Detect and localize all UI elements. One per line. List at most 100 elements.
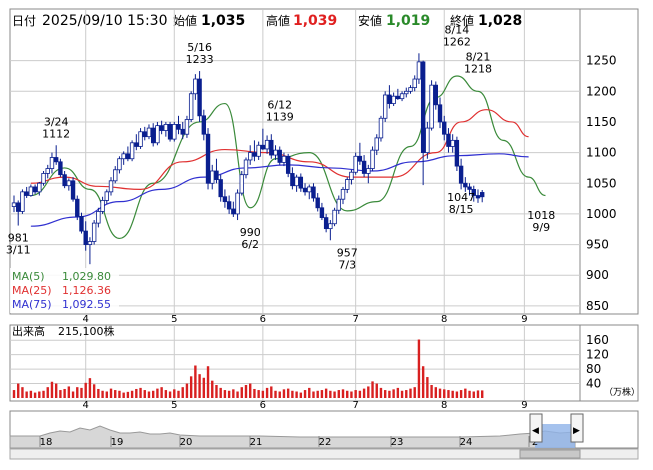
navigator-right-arrow[interactable]: ▶: [573, 426, 580, 436]
volume-bar: [308, 387, 311, 398]
month-tick-label: 8: [441, 400, 447, 411]
volume-bar: [206, 366, 210, 398]
volume-bar: [438, 388, 442, 398]
volume-value: 215,100株: [58, 324, 115, 338]
navigator-tick-label: 23: [391, 437, 404, 448]
volume-bar: [219, 387, 222, 398]
candle-body: [32, 186, 38, 193]
volume-bar: [46, 387, 49, 398]
volume-bar: [472, 391, 475, 398]
candle-body: [11, 202, 17, 207]
candle-body: [235, 192, 240, 215]
volume-bar: [67, 386, 71, 398]
candle-body: [425, 127, 430, 154]
volume-bar: [25, 391, 28, 398]
range-navigator[interactable]: 181920212223242 ◀ ▶: [9, 410, 639, 460]
volume-bar: [371, 381, 374, 398]
month-tick-label: 4: [83, 400, 89, 411]
candle-body: [184, 119, 190, 135]
volume-bar: [181, 387, 184, 398]
volume-bar: [38, 391, 41, 398]
candle-body: [446, 133, 451, 147]
price-y-tick-label: 1100: [586, 146, 617, 160]
volume-bar: [21, 387, 24, 398]
candle-body: [290, 173, 295, 187]
candle-body: [163, 124, 169, 131]
volume-bar: [388, 390, 391, 398]
candle-body: [294, 176, 299, 187]
volume-bar: [358, 390, 362, 398]
volume-bar: [274, 390, 277, 398]
candle-body: [370, 149, 375, 169]
candle-body: [218, 179, 223, 198]
candle-body: [319, 207, 325, 218]
candle-body: [269, 139, 274, 156]
volume-bar: [464, 388, 467, 398]
candle-body: [332, 209, 337, 225]
candle-body: [475, 195, 481, 199]
candle-body: [87, 241, 93, 245]
volume-bar: [417, 339, 421, 398]
candle-body: [28, 186, 34, 196]
volume-bar: [303, 390, 307, 398]
annotation-price: 1112: [42, 127, 70, 140]
low-label: 安値: [358, 13, 382, 28]
navigator-left-arrow[interactable]: ◀: [532, 426, 539, 436]
volume-bar: [29, 390, 33, 398]
candle-body: [340, 188, 346, 200]
navigator-tick-label: 20: [180, 437, 193, 448]
candle-body: [49, 157, 55, 169]
candle-body: [83, 230, 88, 245]
candle-body: [298, 176, 304, 189]
candle-body: [361, 160, 367, 174]
volume-bar: [320, 390, 324, 398]
candle-body: [129, 142, 135, 160]
candle-body: [315, 197, 320, 209]
candle-body: [366, 168, 371, 174]
volume-bar: [97, 388, 100, 398]
volume-bar: [109, 388, 113, 398]
price-y-tick-label: 1200: [586, 84, 617, 98]
month-axis-bottom: 4 5 6 7 8 9: [83, 400, 528, 411]
volume-bar: [189, 376, 193, 398]
price-y-tick-label: 1000: [586, 207, 617, 221]
volume-bar: [324, 388, 328, 398]
volume-bar: [215, 385, 218, 398]
volume-y-tick-label: 80: [586, 362, 601, 376]
volume-bar: [84, 382, 87, 398]
volume-bar: [232, 389, 235, 398]
price-y-tick-labels: 850 900 950 1000 1050 1100 1150 1200 1250: [586, 54, 617, 313]
candle-body: [404, 90, 409, 95]
volume-y-tick-label: 120: [586, 348, 609, 362]
candle-body: [399, 93, 405, 100]
date-label: 日付: [12, 14, 36, 28]
annotation-date: 3/11: [6, 244, 31, 257]
candle-body: [307, 186, 312, 193]
ma25-label: MA(25): [12, 284, 52, 297]
navigator-tick-label: 19: [111, 437, 124, 448]
volume-bar: [481, 390, 484, 398]
candle-body: [159, 125, 164, 131]
candle-body: [53, 157, 59, 163]
navigator-scroll-thumb[interactable]: [519, 449, 581, 459]
volume-bar: [447, 390, 450, 398]
volume-bar: [270, 386, 273, 398]
candle-body: [108, 180, 114, 193]
candle-body: [239, 174, 244, 194]
volume-bar: [240, 387, 243, 398]
volume-bar: [147, 391, 151, 398]
ma5-label: MA(5): [12, 270, 45, 283]
datetime-value: 2025/09/10 15:30: [42, 13, 168, 29]
candle-body: [323, 217, 329, 230]
volume-bar: [54, 383, 58, 398]
ma75-label: MA(75): [12, 298, 52, 311]
annotation-price: 1139: [266, 111, 294, 124]
ma-legend: MA(5) 1,029.80 MA(25) 1,126.36 MA(75) 1,…: [10, 268, 119, 313]
price-y-tick-label: 1050: [586, 176, 617, 190]
volume-bar: [156, 388, 159, 398]
month-tick-label: 7: [352, 400, 358, 411]
volume-bar: [400, 390, 404, 398]
volume-bar: [223, 390, 227, 398]
volume-bar: [211, 380, 214, 398]
candle-body: [382, 94, 388, 119]
